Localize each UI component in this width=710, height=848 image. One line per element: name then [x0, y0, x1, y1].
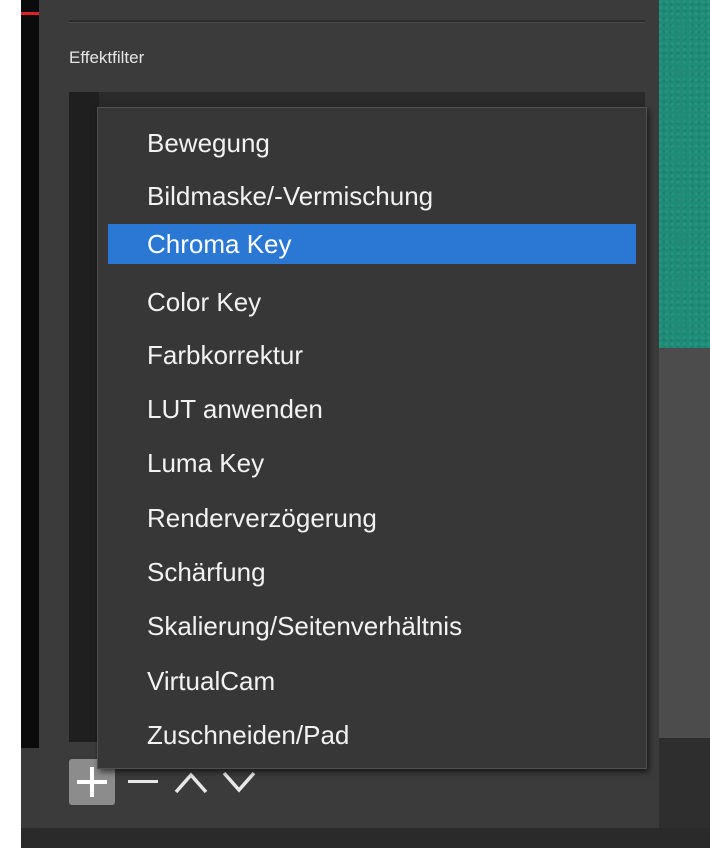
menu-item-luma-key[interactable]: Luma Key	[108, 443, 636, 483]
red-indicator-line	[21, 12, 39, 15]
menu-item-skalierung-seitenverhaeltnis[interactable]: Skalierung/Seitenverhältnis	[108, 606, 636, 646]
menu-item-virtualcam[interactable]: VirtualCam	[108, 661, 636, 701]
add-filter-context-menu: Bewegung Bildmaske/-Vermischung Chroma K…	[97, 107, 647, 769]
bottom-bar	[21, 828, 710, 848]
menu-item-chroma-key[interactable]: Chroma Key	[108, 224, 636, 264]
menu-item-bildmaske-vermischung[interactable]: Bildmaske/-Vermischung	[108, 176, 636, 216]
separator	[69, 20, 645, 23]
chevron-up-icon	[174, 772, 208, 794]
menu-item-farbkorrektur[interactable]: Farbkorrektur	[108, 335, 636, 375]
mixer-area	[659, 738, 710, 828]
menu-item-schaerfung[interactable]: Schärfung	[108, 552, 636, 592]
minus-icon	[128, 780, 158, 783]
menu-item-color-key[interactable]: Color Key	[108, 282, 636, 322]
preview-background	[659, 348, 710, 738]
menu-item-zuschneiden-pad[interactable]: Zuschneiden/Pad	[108, 715, 636, 755]
preview-canvas	[659, 0, 710, 348]
preview-left-edge	[21, 0, 39, 828]
menu-item-renderverzoegerung[interactable]: Renderverzögerung	[108, 498, 636, 538]
menu-item-lut-anwenden[interactable]: LUT anwenden	[108, 389, 636, 429]
menu-item-bewegung[interactable]: Bewegung	[108, 123, 636, 163]
filter-list-gutter	[69, 92, 99, 742]
preview-left-lower	[21, 748, 39, 828]
plus-icon	[77, 767, 107, 797]
effect-filters-title: Effektfilter	[69, 48, 145, 67]
chevron-down-icon	[222, 771, 256, 793]
